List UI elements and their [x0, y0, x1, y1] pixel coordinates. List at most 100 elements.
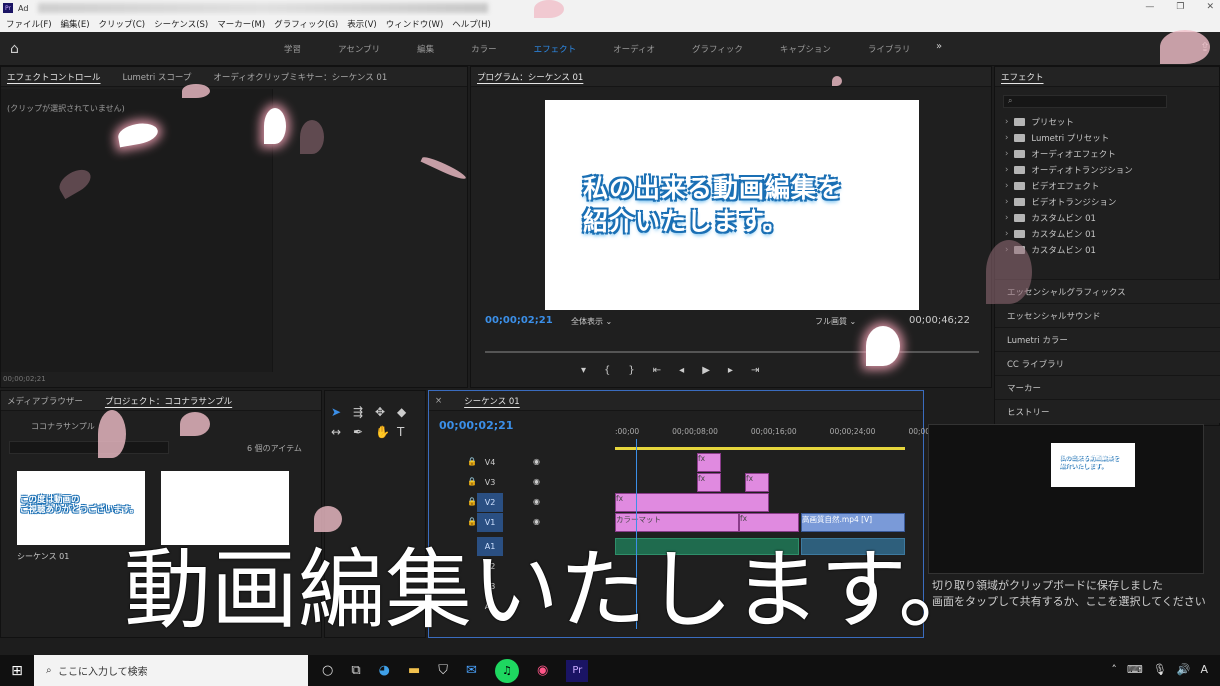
clip-v1-fx[interactable]: fx [739, 513, 799, 532]
clip-v3a[interactable]: fx [697, 473, 721, 492]
ime-icon[interactable]: A [1200, 663, 1208, 676]
home-icon[interactable]: ⌂ [10, 41, 26, 57]
close-icon[interactable]: × [435, 396, 442, 406]
more-workspaces-icon[interactable]: » [936, 41, 942, 52]
track-name[interactable]: V4 [477, 453, 503, 472]
menu-sequence[interactable]: シーケンス(S) [154, 18, 208, 30]
edge-icon[interactable]: ◕ [379, 663, 390, 678]
effects-item-custom-bin-1[interactable]: › カスタムビン 01 [1005, 210, 1133, 226]
lock-icon[interactable]: 🔒 [467, 517, 477, 526]
step-back-icon[interactable]: ◂ [679, 365, 684, 376]
section-cc-libraries[interactable]: CC ライブラリ [995, 351, 1220, 375]
fit-select[interactable]: 全体表示 ⌄ [571, 316, 612, 327]
effects-title[interactable]: エフェクト [1001, 71, 1044, 83]
menu-window[interactable]: ウィンドウ(W) [386, 18, 444, 30]
marker-icon[interactable]: ▾ [581, 365, 586, 376]
cortana-icon[interactable]: ○ [322, 663, 333, 678]
tab-effects[interactable]: エフェクト [534, 43, 577, 55]
section-lumetri-color[interactable]: Lumetri カラー [995, 327, 1220, 351]
eye-icon[interactable]: ◉ [533, 457, 540, 466]
eye-icon[interactable]: ◉ [533, 477, 540, 486]
effects-item-video-effects[interactable]: › ビデオエフェクト [1005, 178, 1133, 194]
volume-icon[interactable]: 🔊 [1177, 663, 1191, 676]
menu-marker[interactable]: マーカー(M) [217, 18, 265, 30]
network-icon[interactable]: ⌨ [1127, 663, 1143, 676]
section-markers[interactable]: マーカー [995, 375, 1220, 399]
tab-assembly[interactable]: アセンブリ [338, 43, 380, 55]
work-area-bar[interactable] [615, 447, 905, 450]
microphone-icon[interactable]: 🎙 [1153, 663, 1167, 676]
premiere-app-icon[interactable]: Pr [566, 659, 589, 682]
menu-edit[interactable]: 編集(E) [61, 18, 90, 30]
tab-libraries[interactable]: ライブラリ [868, 43, 911, 55]
file-explorer-icon[interactable]: ▬ [408, 663, 420, 678]
project-thumbnail-2[interactable] [161, 471, 289, 545]
tab-graphics[interactable]: グラフィック [692, 43, 743, 55]
tab-effect-controls[interactable]: エフェクトコントロール [7, 71, 101, 83]
timeline-ruler[interactable]: :00;00 00;00;08;00 00;00;16;00 00;00;24;… [615, 427, 954, 436]
menu-graphics[interactable]: グラフィック(G) [274, 18, 338, 30]
menu-file[interactable]: ファイル(F) [6, 18, 52, 30]
effects-item-custom-bin-2[interactable]: › カスタムビン 01 [1005, 226, 1133, 242]
clip-color-matte[interactable]: カラーマット [615, 513, 739, 532]
timeline-title[interactable]: シーケンス 01 [464, 395, 520, 407]
track-select-tool-icon[interactable]: ⇶ [353, 405, 375, 419]
minimize-icon[interactable]: — [1145, 2, 1154, 12]
tab-color[interactable]: カラー [471, 43, 497, 55]
windows-start-icon[interactable]: ⊞ [0, 663, 34, 679]
effects-search-input[interactable]: ⌕ [1003, 95, 1167, 108]
section-history[interactable]: ヒストリー [995, 399, 1220, 423]
clip-video-mp4[interactable]: 高画質自然.mp4 [V] [801, 513, 905, 532]
restore-icon[interactable]: ❐ [1176, 2, 1184, 12]
go-to-in-icon[interactable]: ⇤ [653, 365, 661, 376]
pen-tool-icon[interactable]: ✒ [353, 425, 375, 439]
menu-help[interactable]: ヘルプ(H) [452, 18, 491, 30]
taskbar-search-input[interactable]: ⌕ ここに入力して検索 [34, 655, 308, 686]
slip-tool-icon[interactable]: ↔ [331, 425, 353, 439]
timeline-timecode[interactable]: 00;00;02;21 [439, 419, 513, 432]
tab-learn[interactable]: 学習 [284, 43, 301, 55]
go-to-out-icon[interactable]: ⇥ [751, 365, 759, 376]
menu-view[interactable]: 表示(V) [347, 18, 376, 30]
type-tool-icon[interactable]: T [397, 425, 419, 439]
effects-item-video-transitions[interactable]: › ビデオトランジション [1005, 194, 1133, 210]
program-timecode[interactable]: 00;00;02;21 [485, 315, 553, 326]
tab-media-browser[interactable]: メディアブラウザー [7, 395, 83, 407]
quality-select[interactable]: フル画質 ⌄ [815, 316, 856, 327]
task-view-icon[interactable]: ⧉ [351, 663, 360, 678]
razor-tool-icon[interactable]: ◆ [397, 405, 419, 419]
clip-v2[interactable]: fx [615, 493, 769, 512]
tab-audio[interactable]: オーディオ [613, 43, 655, 55]
selection-tool-icon[interactable]: ➤ [331, 405, 353, 419]
program-title[interactable]: プログラム：シーケンス 01 [477, 71, 583, 83]
step-forward-icon[interactable]: ▸ [728, 365, 733, 376]
effects-item-audio-effects[interactable]: › オーディオエフェクト [1005, 146, 1133, 162]
project-search-input[interactable] [9, 441, 169, 454]
program-scrub-bar[interactable] [485, 351, 979, 353]
clip-v3b[interactable]: fx [745, 473, 769, 492]
eye-icon[interactable]: ◉ [533, 497, 540, 506]
spotify-icon[interactable]: ♫ [494, 658, 519, 683]
effects-item-audio-transitions[interactable]: › オーディオトランジション [1005, 162, 1133, 178]
tab-audio-clip-mixer[interactable]: オーディオクリップミキサー：シーケンス 01 [213, 71, 387, 83]
close-icon[interactable]: ✕ [1206, 2, 1214, 12]
mark-in-icon[interactable]: { [604, 365, 610, 376]
tab-captions[interactable]: キャプション [780, 43, 831, 55]
hand-tool-icon[interactable]: ✋ [375, 425, 397, 439]
store-icon[interactable]: ⛉ [438, 663, 448, 678]
tab-edit[interactable]: 編集 [417, 43, 434, 55]
section-essential-sound[interactable]: エッセンシャルサウンド [995, 303, 1220, 327]
lock-icon[interactable]: 🔒 [467, 477, 477, 486]
photos-icon[interactable]: ◉ [537, 663, 548, 678]
effects-item-presets[interactable]: › プリセット [1005, 114, 1133, 130]
chevron-up-icon[interactable]: ˄ [1111, 663, 1117, 676]
menu-clip[interactable]: クリップ(C) [99, 18, 146, 30]
mail-icon[interactable]: ✉ [466, 663, 477, 678]
tab-project[interactable]: プロジェクト：ココナラサンプル [105, 395, 232, 407]
ripple-edit-tool-icon[interactable]: ✥ [375, 405, 397, 419]
track-name[interactable]: V3 [477, 473, 503, 492]
lock-icon[interactable]: 🔒 [467, 497, 477, 506]
lock-icon[interactable]: 🔒 [467, 457, 477, 466]
mark-out-icon[interactable]: } [628, 365, 634, 376]
effects-item-lumetri-presets[interactable]: › Lumetri プリセット [1005, 130, 1133, 146]
